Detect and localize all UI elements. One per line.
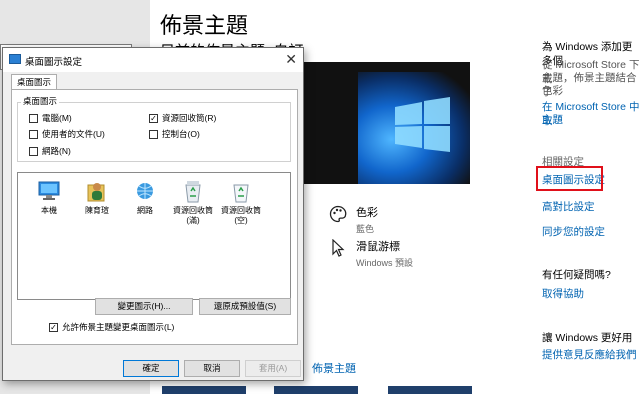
desktop-icon-settings-dialog: 桌面圖示設定 ✕ 桌面圖示 桌面圖示 電腦(M) ✓ 資源回收筒(R) 使用者的… [2,47,304,381]
theme-thumbnail[interactable] [388,386,472,394]
mouse-cursor-value: Windows 預設 [356,258,414,268]
store-desc-line: 色彩 [542,85,563,97]
recycle-bin-full-icon [181,179,205,203]
checkbox-box[interactable] [149,129,158,139]
tab-desktop-icons[interactable]: 桌面圖示 [11,74,57,90]
checkbox-user-files[interactable]: 使用者的文件(U) [29,128,105,140]
icon-label: 陳育瑄 [85,206,109,215]
close-icon[interactable]: ✕ [285,51,297,68]
checkbox-network[interactable]: 網路(N) [29,145,71,157]
dialog-titlebar[interactable]: 桌面圖示設定 ✕ [3,48,303,72]
checkbox-label: 資源回收筒(R) [162,113,217,123]
dialog-title: 桌面圖示設定 [25,57,83,68]
feedback-link[interactable]: 提供意見反應給我們 [542,348,637,362]
checkbox-label: 網路(N) [42,146,71,156]
desktop-settings-icon [9,54,21,64]
icon-label: 資源回收筒 (空) [221,206,261,225]
checkbox-recycle-bin[interactable]: ✓ 資源回收筒(R) [149,112,216,124]
icon-item-this-pc[interactable]: 本機 [26,179,72,216]
icon-item-network[interactable]: 網路 [122,179,168,216]
mouse-cursor-option[interactable]: 滑鼠游標 Windows 預設 [328,238,413,269]
change-icon-button[interactable]: 變更圖示(H)... [95,298,193,315]
theme-preview [300,62,470,184]
cursor-icon [328,238,348,258]
checkbox-box-checked[interactable]: ✓ [49,322,58,332]
checkbox-box[interactable] [29,129,38,139]
checkbox-computer[interactable]: 電腦(M) [29,112,72,124]
checkbox-box-checked[interactable]: ✓ [149,113,158,123]
theme-thumbnail[interactable] [162,386,246,394]
page-title: 佈景主題 [160,13,249,38]
store-link[interactable]: 主題 [542,113,563,127]
improve-heading: 讓 Windows 更好用 [542,332,633,344]
icon-label: 本機 [41,206,57,215]
checkbox-control-panel[interactable]: 控制台(O) [149,128,200,140]
checkbox-allow-themes[interactable]: ✓ 允許佈景主題變更桌面圖示(L) [49,321,174,333]
checkbox-label: 允許佈景主題變更桌面圖示(L) [62,322,175,332]
group-label: 桌面圖示 [21,95,60,107]
color-option-value: 藍色 [356,224,375,234]
windows-logo-icon [395,97,450,152]
checkbox-box[interactable] [29,113,38,123]
theme-thumbnail[interactable] [274,386,358,394]
icon-item-recycle-empty[interactable]: 資源回收筒 (空) [218,179,264,226]
ok-button[interactable]: 確定 [123,360,179,377]
high-contrast-link[interactable]: 高對比設定 [542,200,595,214]
checkbox-label: 使用者的文件(U) [42,129,105,139]
color-option-label: 色彩 [356,207,378,219]
themes-link[interactable]: 佈景主題 [312,360,356,376]
sync-settings-link[interactable]: 同步您的設定 [542,225,605,239]
checkbox-label: 電腦(M) [42,113,72,123]
icon-label: 網路 [137,206,153,215]
computer-icon [37,179,61,203]
cancel-button[interactable]: 取消 [184,360,240,377]
restore-default-button[interactable]: 還原成預設值(S) [199,298,291,315]
apply-button[interactable]: 套用(A) [245,360,301,377]
network-icon [133,179,157,203]
color-option[interactable]: 色彩 藍色 [328,204,378,235]
user-folder-icon [85,179,109,203]
icon-item-recycle-full[interactable]: 資源回收筒 (滿) [170,179,216,226]
get-help-link[interactable]: 取得協助 [542,287,584,301]
palette-icon [328,204,348,224]
icon-label: 資源回收筒 (滿) [173,206,213,225]
recycle-bin-empty-icon [229,179,253,203]
highlight-box [536,166,603,191]
mouse-cursor-label: 滑鼠游標 [356,241,400,253]
help-heading: 有任何疑問嗎? [542,269,611,281]
checkbox-label: 控制台(O) [162,129,200,139]
checkbox-box[interactable] [29,146,38,156]
icon-list: 本機 陳育瑄 網路 資源回收筒 (滿) 資源回收筒 (空) [17,172,291,300]
icon-item-user[interactable]: 陳育瑄 [74,179,120,216]
